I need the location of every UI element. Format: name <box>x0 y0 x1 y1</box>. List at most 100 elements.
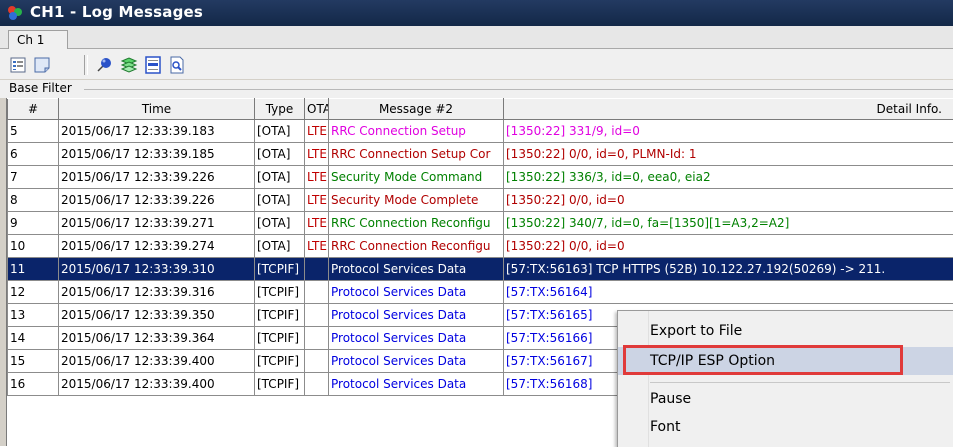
col-header-message[interactable]: Message #2 <box>329 99 504 120</box>
cell-detail: [57:TX:56164] <box>504 281 953 304</box>
cell-num: 13 <box>8 304 59 327</box>
cell-time: 2015/06/17 12:33:39.226 <box>59 166 255 189</box>
cell-ota <box>305 258 329 281</box>
col-header-ota[interactable]: OTA <box>305 99 329 120</box>
cell-num: 11 <box>8 258 59 281</box>
cell-message: RRC Connection Reconfigu <box>329 212 504 235</box>
cell-num: 7 <box>8 166 59 189</box>
cell-detail: [57:TX:56163] TCP HTTPS (52B) 10.122.27.… <box>504 258 953 281</box>
cell-type: [OTA] <box>255 235 305 258</box>
cell-time: 2015/06/17 12:33:39.226 <box>59 189 255 212</box>
toolbar-separator <box>84 55 88 75</box>
cell-ota <box>305 281 329 304</box>
menu-item-pause[interactable]: Pause <box>618 385 953 413</box>
cell-num: 12 <box>8 281 59 304</box>
app-logo-icon <box>6 4 24 22</box>
toolbar <box>0 49 953 79</box>
cell-ota <box>305 373 329 396</box>
cell-detail: [1350:22] 0/0, id=0, PLMN-Id: 1 <box>504 143 953 166</box>
cell-ota: LTE <box>305 235 329 258</box>
cell-num: 9 <box>8 212 59 235</box>
cell-time: 2015/06/17 12:33:39.183 <box>59 120 255 143</box>
table-row[interactable]: 72015/06/17 12:33:39.226[OTA]LTESecurity… <box>8 166 953 189</box>
cell-type: [TCPIF] <box>255 350 305 373</box>
cell-type: [TCPIF] <box>255 281 305 304</box>
cell-num: 5 <box>8 120 59 143</box>
cell-type: [OTA] <box>255 212 305 235</box>
cell-detail: [1350:22] 0/0, id=0 <box>504 189 953 212</box>
cell-time: 2015/06/17 12:33:39.364 <box>59 327 255 350</box>
cell-num: 8 <box>8 189 59 212</box>
cell-detail: [1350:22] 340/7, id=0, fa=[1350][1=A3,2=… <box>504 212 953 235</box>
highlight-annotation-box <box>623 345 903 375</box>
cell-message: RRC Connection Setup <box>329 120 504 143</box>
cell-time: 2015/06/17 12:33:39.185 <box>59 143 255 166</box>
log-messages-window: CH1 - Log Messages Ch 1 <box>0 0 953 446</box>
cell-message: Protocol Services Data <box>329 258 504 281</box>
menu-separator <box>650 382 950 383</box>
cell-time: 2015/06/17 12:33:39.400 <box>59 350 255 373</box>
cell-ota <box>305 327 329 350</box>
cell-type: [TCPIF] <box>255 327 305 350</box>
cell-time: 2015/06/17 12:33:39.271 <box>59 212 255 235</box>
cell-type: [OTA] <box>255 143 305 166</box>
menu-item-font[interactable]: Font <box>618 413 953 441</box>
cell-time: 2015/06/17 12:33:39.400 <box>59 373 255 396</box>
table-row[interactable]: 102015/06/17 12:33:39.274[OTA]LTERRC Con… <box>8 235 953 258</box>
table-row[interactable]: 122015/06/17 12:33:39.316[TCPIF]Protocol… <box>8 281 953 304</box>
channel-tabstrip: Ch 1 <box>0 26 953 49</box>
cell-message: Protocol Services Data <box>329 327 504 350</box>
cell-num: 10 <box>8 235 59 258</box>
cell-time: 2015/06/17 12:33:39.274 <box>59 235 255 258</box>
menu-item-label: Pause <box>650 385 691 413</box>
menu-item-label: Font <box>650 413 680 441</box>
col-header-detail[interactable]: Detail Info. <box>504 99 953 120</box>
cell-num: 14 <box>8 327 59 350</box>
base-filter-bar: Base Filter <box>0 80 953 98</box>
cell-ota: LTE <box>305 166 329 189</box>
filter-divider <box>84 89 953 90</box>
table-row[interactable]: 52015/06/17 12:33:39.183[OTA]LTERRC Conn… <box>8 120 953 143</box>
cell-num: 15 <box>8 350 59 373</box>
cell-message: Security Mode Complete <box>329 189 504 212</box>
cell-ota: LTE <box>305 212 329 235</box>
table-row[interactable]: 62015/06/17 12:33:39.185[OTA]LTERRC Conn… <box>8 143 953 166</box>
cell-ota: LTE <box>305 189 329 212</box>
table-row[interactable]: 92015/06/17 12:33:39.271[OTA]LTERRC Conn… <box>8 212 953 235</box>
cell-num: 6 <box>8 143 59 166</box>
cell-message: Protocol Services Data <box>329 373 504 396</box>
filter-icon[interactable] <box>32 55 52 75</box>
pin-icon[interactable] <box>94 55 114 75</box>
title-bar[interactable]: CH1 - Log Messages <box>0 0 953 26</box>
cell-ota <box>305 350 329 373</box>
cell-ota: LTE <box>305 143 329 166</box>
cell-type: [OTA] <box>255 166 305 189</box>
grid-header-row: # Time Type OTA Message #2 Detail Info. <box>8 99 953 120</box>
cell-type: [OTA] <box>255 189 305 212</box>
cell-message: RRC Connection Reconfigu <box>329 235 504 258</box>
col-header-num[interactable]: # <box>8 99 59 120</box>
cell-time: 2015/06/17 12:33:39.350 <box>59 304 255 327</box>
cell-type: [TCPIF] <box>255 304 305 327</box>
find-icon[interactable] <box>167 55 187 75</box>
cell-message: Security Mode Command <box>329 166 504 189</box>
menu-item-label: Export to File <box>650 317 742 345</box>
tab-ch1[interactable]: Ch 1 <box>8 30 68 49</box>
cell-detail: [1350:22] 331/9, id=0 <box>504 120 953 143</box>
cell-type: [TCPIF] <box>255 373 305 396</box>
cell-num: 16 <box>8 373 59 396</box>
menu-item-export-to-file[interactable]: Export to File <box>618 317 953 345</box>
table-row[interactable]: 82015/06/17 12:33:39.226[OTA]LTESecurity… <box>8 189 953 212</box>
col-header-time[interactable]: Time <box>59 99 255 120</box>
cell-message: Protocol Services Data <box>329 350 504 373</box>
col-header-type[interactable]: Type <box>255 99 305 120</box>
properties-icon[interactable] <box>8 55 28 75</box>
layers-icon[interactable] <box>119 55 139 75</box>
cell-detail: [1350:22] 336/3, id=0, eea0, eia2 <box>504 166 953 189</box>
cell-ota <box>305 304 329 327</box>
cell-time: 2015/06/17 12:33:39.316 <box>59 281 255 304</box>
table-row[interactable]: 112015/06/17 12:33:39.310[TCPIF]Protocol… <box>8 258 953 281</box>
context-menu: Export to File TCP/IP ESP Option Pause F… <box>617 310 953 447</box>
scroll-list-icon[interactable] <box>143 55 163 75</box>
cell-message: RRC Connection Setup Cor <box>329 143 504 166</box>
